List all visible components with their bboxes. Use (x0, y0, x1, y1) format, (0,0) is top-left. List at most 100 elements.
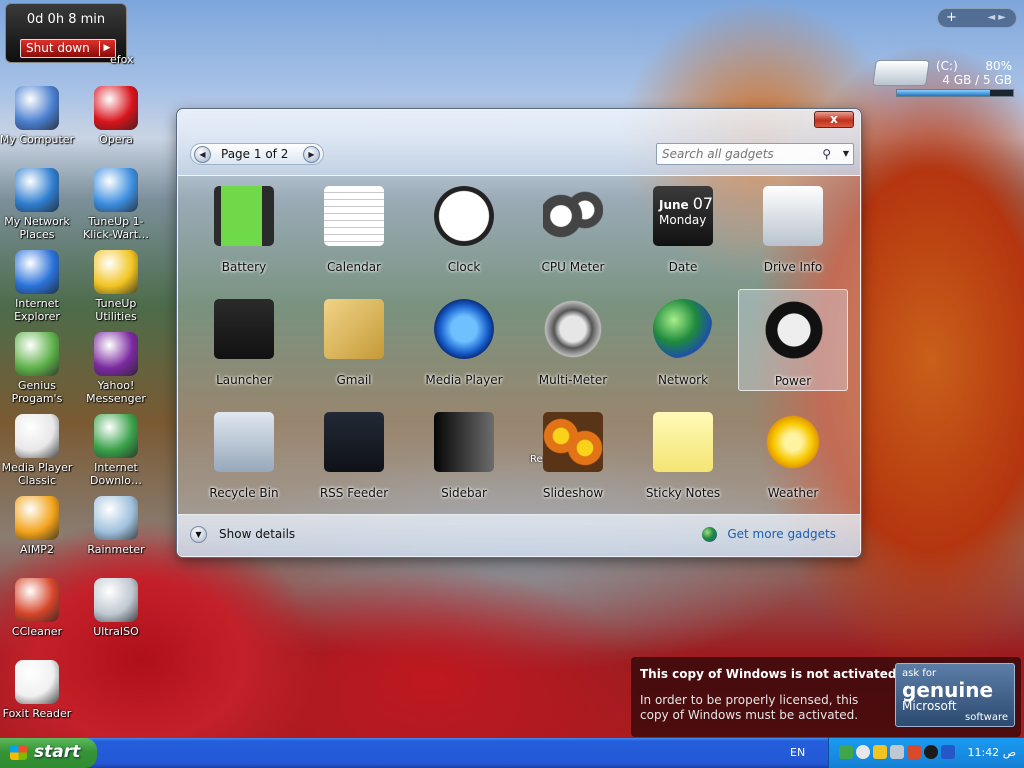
desktop-icon[interactable]: Media Player Classic (0, 414, 77, 487)
desktop-icon[interactable]: CCleaner (0, 578, 77, 638)
shutdown-button[interactable]: Shut down ▶ (20, 39, 116, 58)
desktop-icon[interactable]: AIMP2 (0, 496, 77, 556)
rss-feeder-icon[interactable] (324, 412, 384, 472)
battery-icon[interactable] (214, 186, 274, 246)
desktop-icon-label[interactable]: Foxit Reader (0, 707, 77, 720)
chevron-down-icon[interactable]: ▼ (843, 149, 849, 158)
desktop-icon[interactable]: TuneUp Utilities (76, 250, 156, 323)
multi-meter-icon[interactable] (543, 299, 603, 359)
calendar-icon[interactable] (324, 186, 384, 246)
desktop-icon-label[interactable]: Media Player Classic (0, 461, 77, 487)
app-icon[interactable] (15, 660, 59, 704)
recycle-bin-icon[interactable] (214, 412, 274, 472)
start-button[interactable]: start (0, 738, 97, 768)
desktop-icon-label[interactable]: AIMP2 (0, 543, 77, 556)
gadget-tile[interactable]: Sidebar (409, 402, 519, 504)
gadget-tile[interactable]: RSS Feeder (299, 402, 409, 504)
network-icon[interactable] (653, 299, 713, 359)
power-icon[interactable] (764, 300, 824, 360)
gadget-tile[interactable]: Battery (189, 176, 299, 278)
sidebar-nav-arrows-icon[interactable]: ◄ ► (987, 9, 1006, 26)
app-icon[interactable] (94, 168, 138, 212)
desktop-icon-label[interactable]: My Computer (0, 133, 77, 146)
gadget-tile[interactable]: CPU Meter (518, 176, 628, 278)
app-icon[interactable] (94, 414, 138, 458)
add-gadget-icon[interactable]: + (946, 10, 957, 25)
close-button[interactable]: x (814, 111, 854, 128)
gadget-tile[interactable]: Media Player (409, 289, 519, 391)
date-icon[interactable]: June 07 Monday (653, 186, 713, 246)
slideshow-icon[interactable] (543, 412, 603, 472)
app-tray-icon[interactable] (907, 745, 921, 759)
search-icon[interactable]: ⚲ (822, 147, 831, 161)
desktop-icon[interactable]: My Computer (0, 86, 77, 146)
next-page-icon[interactable]: ▶ (303, 146, 320, 163)
drive-info-icon[interactable] (763, 186, 823, 246)
gadget-tile[interactable]: Drive Info (738, 176, 848, 278)
previous-page-icon[interactable]: ◀ (194, 146, 211, 163)
desktop-icon[interactable]: Genius Progam's (0, 332, 77, 405)
desktop-icon[interactable]: Rainmeter (76, 496, 156, 556)
gadget-tile[interactable]: Multi-Meter (518, 289, 628, 391)
sticky-notes-icon[interactable] (653, 412, 713, 472)
desktop-icon-label[interactable]: Opera (76, 133, 156, 146)
desktop-icon-label[interactable]: TuneUp 1-Klick-Wart… (76, 215, 156, 241)
app-icon[interactable] (15, 414, 59, 458)
desktop-icon[interactable]: Foxit Reader (0, 660, 77, 720)
app-icon[interactable] (15, 496, 59, 540)
aimp-tray-icon[interactable] (924, 745, 938, 759)
sidebar-icon[interactable] (434, 412, 494, 472)
app-icon[interactable] (15, 168, 59, 212)
app-icon[interactable] (94, 332, 138, 376)
desktop-icon-label[interactable]: TuneUp Utilities (76, 297, 156, 323)
desktop-icon[interactable]: Internet Explorer (0, 250, 77, 323)
device-tray-icon[interactable] (890, 745, 904, 759)
desktop-icon[interactable]: My Network Places (0, 168, 77, 241)
gadget-tile[interactable]: Weather (738, 402, 848, 504)
gadget-tile[interactable]: June 07 Monday Date (628, 176, 738, 278)
clock[interactable]: 11:42 ص (967, 746, 1016, 759)
desktop-icon-label[interactable]: Internet Explorer (0, 297, 77, 323)
desktop-icon-label[interactable]: My Network Places (0, 215, 77, 241)
firefox-partial-label[interactable]: efox (110, 53, 160, 66)
desktop-icon-label[interactable]: Internet Downlo… (76, 461, 156, 487)
gadget-tile[interactable]: Recycle Bin (189, 402, 299, 504)
desktop-icon-label[interactable]: Yahoo! Messenger (76, 379, 156, 405)
app-icon[interactable] (94, 496, 138, 540)
clock-icon[interactable] (434, 186, 494, 246)
gmail-icon[interactable] (324, 299, 384, 359)
desktop-icon[interactable]: Yahoo! Messenger (76, 332, 156, 405)
desktop-icon-label[interactable]: Rainmeter (76, 543, 156, 556)
app-icon[interactable] (94, 578, 138, 622)
gadget-search-box[interactable]: ⚲ ▼ (656, 143, 854, 165)
gadget-tile[interactable]: Calendar (299, 176, 409, 278)
app-icon[interactable] (15, 86, 59, 130)
network-tray-icon[interactable] (839, 745, 853, 759)
desktop-icon-label[interactable]: UltraISO (76, 625, 156, 638)
star-tray-icon[interactable] (941, 745, 955, 759)
tuneup-tray-icon[interactable] (873, 745, 887, 759)
app-icon[interactable] (15, 332, 59, 376)
gadget-tile[interactable]: Clock (409, 176, 519, 278)
app-icon[interactable] (94, 250, 138, 294)
app-icon[interactable] (94, 86, 138, 130)
desktop-icon[interactable]: UltraISO (76, 578, 156, 638)
chat-tray-icon[interactable] (856, 745, 870, 759)
genuine-microsoft-badge[interactable]: ask for genuine Microsoft software (895, 663, 1015, 727)
gadget-tile[interactable]: Network (628, 289, 738, 391)
desktop-icon[interactable]: Opera (76, 86, 156, 146)
language-indicator[interactable]: EN (790, 746, 805, 759)
gadget-tile[interactable]: Recycle BinSlideshow (518, 402, 628, 504)
app-icon[interactable] (15, 250, 59, 294)
chevron-down-icon[interactable]: ▼ (190, 526, 207, 543)
show-details-toggle[interactable]: ▼ Show details (190, 526, 295, 543)
cpu-meter-icon[interactable] (543, 186, 603, 246)
app-icon[interactable] (15, 578, 59, 622)
media-player-icon[interactable] (434, 299, 494, 359)
gadget-tile[interactable]: Power (738, 289, 848, 391)
desktop-icon-label[interactable]: Genius Progam's (0, 379, 77, 405)
desktop-icon-label[interactable]: CCleaner (0, 625, 77, 638)
sidebar-controls[interactable]: + ◄ ► (937, 8, 1017, 28)
get-more-gadgets-link[interactable]: Get more gadgets (702, 527, 836, 542)
desktop-icon[interactable]: Internet Downlo… (76, 414, 156, 487)
